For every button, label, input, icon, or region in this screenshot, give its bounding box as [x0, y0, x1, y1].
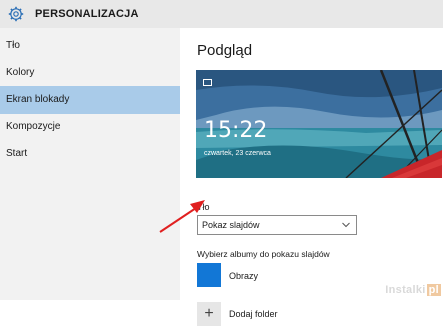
sidebar-item-tlo[interactable]: Tło	[0, 32, 180, 60]
watermark-text: Instalki	[385, 284, 426, 296]
watermark-badge: pl	[426, 284, 441, 296]
background-dropdown-value: Pokaz slajdów	[202, 220, 260, 230]
preview-time: 15:22	[204, 118, 268, 143]
album-name-obrazy[interactable]: Obrazy	[229, 271, 258, 281]
settings-header: PERSONALIZACJA	[0, 0, 443, 28]
albums-label: Wybierz albumy do pokazu slajdów	[197, 249, 330, 259]
slideshow-icon	[203, 79, 212, 86]
background-label: Tło	[197, 202, 210, 212]
sidebar-item-kolory[interactable]: Kolory	[0, 59, 180, 87]
add-folder-label[interactable]: Dodaj folder	[229, 309, 278, 319]
sidebar-item-start[interactable]: Start	[0, 140, 180, 168]
plus-icon: +	[204, 305, 214, 322]
preview-date: czwartek, 23 czerwca	[204, 150, 271, 157]
chevron-down-icon	[342, 222, 350, 228]
main-content: Podgląd 15:22 czwartek, 23 czerwca Tło P…	[180, 28, 443, 326]
sidebar-item-kompozycje[interactable]: Kompozycje	[0, 113, 180, 141]
lock-screen-preview: 15:22 czwartek, 23 czerwca	[196, 70, 442, 178]
add-folder-button[interactable]: +	[197, 302, 221, 326]
sidebar-item-ekran-blokady[interactable]: Ekran blokady	[0, 86, 180, 114]
page-category-title: PERSONALIZACJA	[35, 8, 139, 20]
gear-icon	[7, 5, 25, 23]
page-title: Podgląd	[197, 42, 253, 59]
watermark: Instalki pl	[385, 284, 441, 296]
sidebar: Tło Kolory Ekran blokady Kompozycje Star…	[0, 28, 180, 300]
album-tile-obrazy[interactable]	[197, 263, 221, 287]
background-dropdown[interactable]: Pokaz slajdów	[197, 215, 357, 235]
